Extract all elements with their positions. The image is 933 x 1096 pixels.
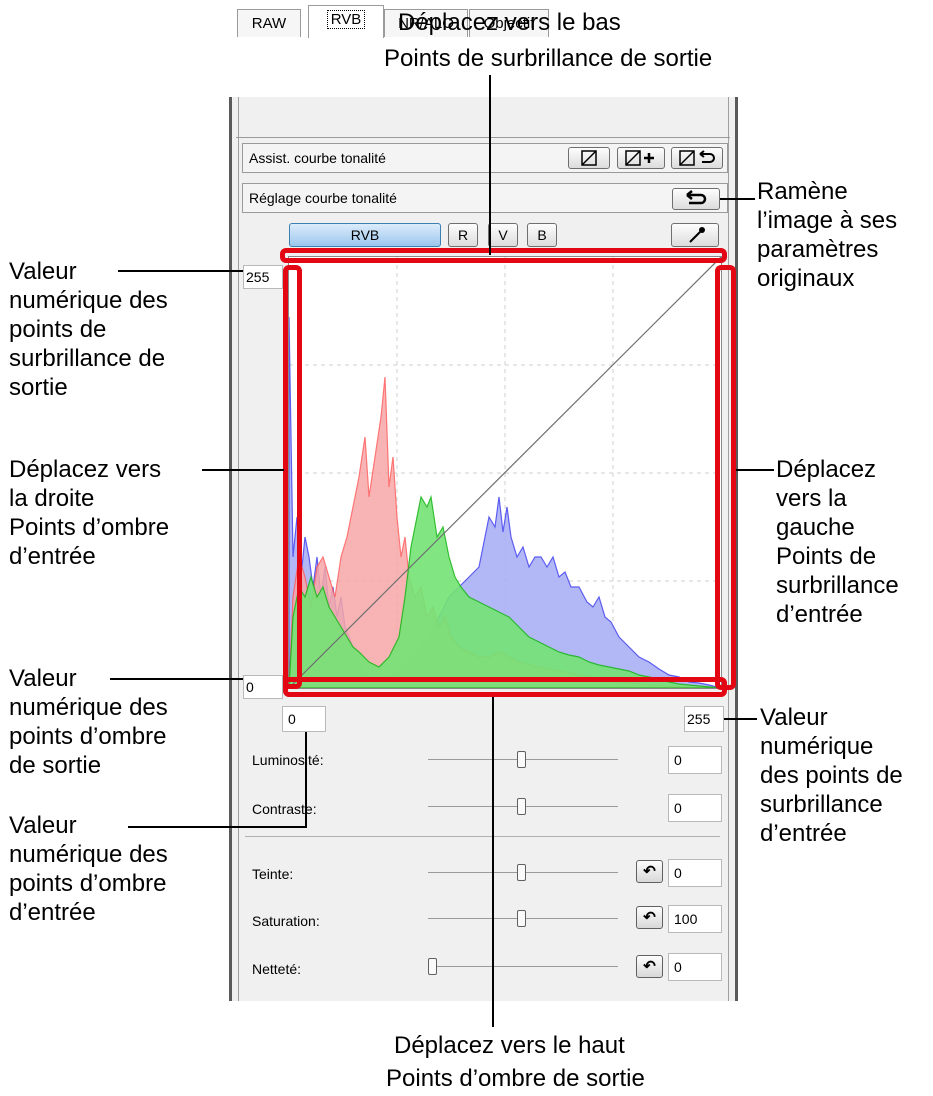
leader-move-left [736,469,774,471]
slider-saturation-value[interactable]: 100 [668,905,722,933]
output-highlight-value[interactable]: 255 [243,265,283,289]
tone-adjust-row: Réglage courbe tonalité [242,183,728,213]
slider-luminosite-thumb[interactable] [517,751,526,768]
leader-reset [720,198,755,200]
curve-reset-button[interactable] [671,147,723,169]
input-shadow-value[interactable]: 0 [282,706,326,732]
channel-rgb-button[interactable]: RVB [289,223,441,247]
auto-curve-button[interactable] [617,147,665,169]
linear-curve-icon [581,150,597,166]
slider-teinte-value[interactable]: 0 [668,859,722,887]
slider-luminosite-label: Luminosité: [252,752,324,768]
channel-r-button[interactable]: R [448,223,478,247]
auto-curve-plus-icon [625,150,654,166]
slider-luminosite-value[interactable]: 0 [668,746,722,774]
histogram-chart [289,257,721,688]
teinte-reset-button[interactable]: ↶ [636,860,663,883]
slider-nettete-value[interactable]: 0 [668,953,722,981]
tab-rvb-label: RVB [326,10,366,29]
annotation-move-left: Déplacez vers la gauche Points de surbri… [776,456,899,628]
slider-saturation-thumb[interactable] [517,910,526,927]
slider-contraste-value[interactable]: 0 [668,794,722,822]
leader-input-shadow-v [305,732,307,827]
annotation-move-right: Déplacez vers la droite Points d’ombre d… [9,456,170,570]
eyedropper-button[interactable] [671,223,719,247]
slider-teinte-label: Teinte: [252,866,294,882]
slider-saturation-label: Saturation: [252,913,320,929]
reset-icon: ↶ [643,909,656,926]
slider-nettete-thumb[interactable] [428,958,437,975]
output-shadow-handle-frame [283,677,727,697]
annotation-reset: Ramène l’image à ses paramètres originau… [757,178,898,292]
slider-contraste-thumb[interactable] [517,798,526,815]
reset-icon: ↶ [643,863,656,880]
annotation-bottom: Déplacez vers le haut [394,1032,625,1059]
annotation-output-highlight-value: Valeur numérique des points de surbrilla… [9,258,168,401]
tone-adjust-label: Réglage courbe tonalité [249,190,397,206]
reset-icon: ↶ [643,958,656,975]
slider-nettete-track[interactable] [428,966,618,967]
leader-input-highlight [724,718,757,720]
nettete-reset-button[interactable]: ↶ [636,955,663,978]
tab-rvb[interactable]: RVB [308,5,384,38]
leader-input-shadow-h [128,826,307,828]
leader-bottom [492,697,494,1027]
annotation-bottom-line2: Points d’ombre de sortie [386,1065,645,1092]
slider-divider [245,836,720,837]
channel-b-button[interactable]: B [527,223,557,247]
annotation-top-line2: Points de surbrillance de sortie [384,45,713,72]
input-highlight-handle-frame [715,265,736,690]
slider-teinte-thumb[interactable] [517,864,526,881]
tone-adjust-reset-button[interactable] [672,188,720,210]
leader-output-shadow [110,678,243,680]
leader-output-highlight [118,270,243,272]
tab-raw[interactable]: RAW [237,9,301,37]
undo-icon [686,190,707,205]
channel-v-button[interactable]: V [488,223,518,247]
tone-assist-label: Assist. courbe tonalité [249,150,386,166]
annotation-output-shadow-value: Valeur numérique des points d’ombre de s… [9,665,168,779]
annotation-top: Déplacez vers le bas [398,9,621,36]
linear-curve-button[interactable] [568,147,610,169]
leader-move-right [202,469,284,471]
output-highlight-handle-frame [280,248,727,263]
saturation-reset-button[interactable]: ↶ [636,906,663,929]
input-shadow-handle-frame [283,265,302,689]
tab-divider [236,137,730,138]
slider-nettete-label: Netteté: [252,961,302,977]
annotation-input-shadow-value: Valeur numérique des points d’ombre d’en… [9,812,168,926]
tone-curve-graph[interactable] [288,256,722,689]
eyedropper-icon [689,227,705,243]
annotation-input-highlight-value: Valeur numérique des points de surbrilla… [760,704,903,847]
input-highlight-value[interactable]: 255 [684,706,724,732]
slider-contraste-label: Contraste: [252,801,317,817]
leader-top [489,75,491,255]
curve-reset-icon [679,150,715,166]
output-shadow-value[interactable]: 0 [243,675,283,699]
